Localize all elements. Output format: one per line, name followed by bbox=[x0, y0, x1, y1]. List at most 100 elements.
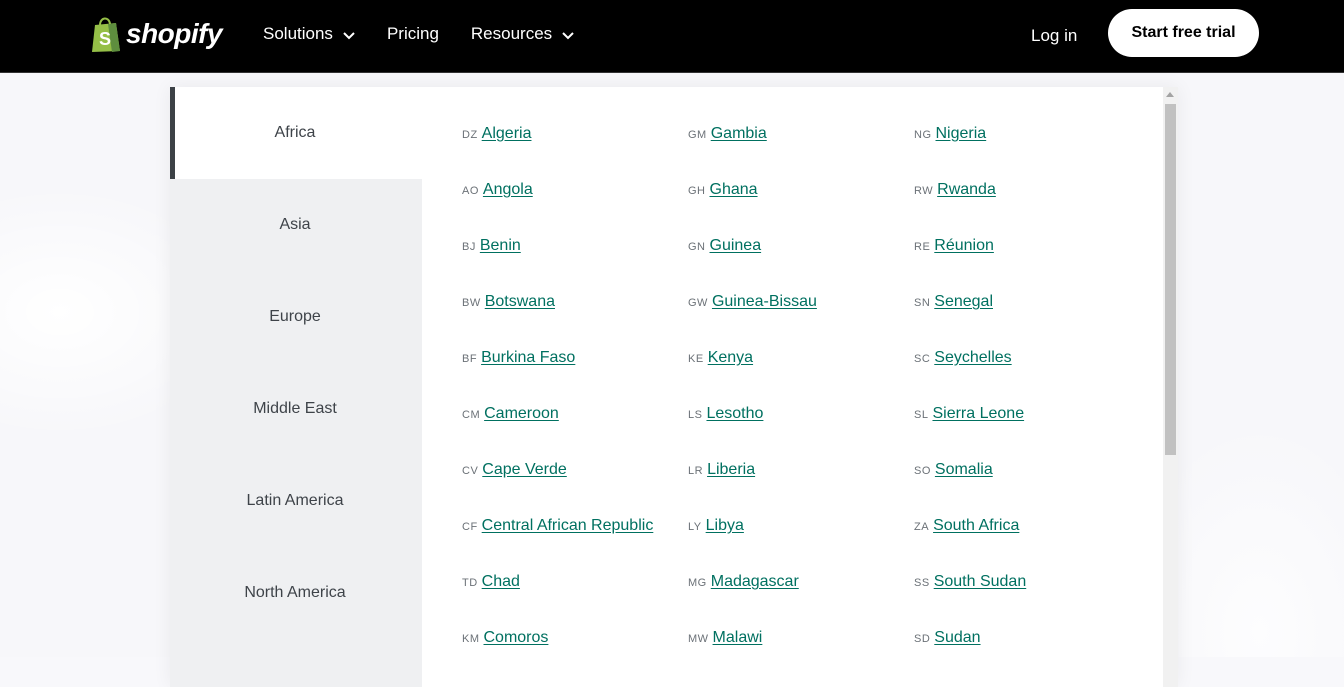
country-link[interactable]: South Africa bbox=[933, 517, 1019, 535]
country-item: RE Réunion bbox=[914, 237, 1140, 293]
country-item: SL Sierra Leone bbox=[914, 405, 1140, 461]
country-code: SD bbox=[914, 633, 931, 645]
country-code: CM bbox=[462, 409, 481, 421]
nav-solutions[interactable]: Solutions bbox=[263, 24, 355, 44]
country-link[interactable]: Chad bbox=[482, 573, 520, 591]
chevron-down-icon bbox=[562, 31, 574, 39]
country-link[interactable]: Madagascar bbox=[711, 573, 799, 591]
country-link[interactable]: Somalia bbox=[935, 461, 993, 479]
svg-text:S: S bbox=[99, 29, 111, 49]
country-code: CV bbox=[462, 465, 479, 477]
country-item: RW Rwanda bbox=[914, 181, 1140, 237]
country-link[interactable]: Nigeria bbox=[936, 125, 987, 143]
region-tab-label: Latin America bbox=[246, 492, 344, 509]
country-link[interactable]: Guinea-Bissau bbox=[712, 293, 817, 311]
country-item: GM Gambia bbox=[688, 125, 914, 181]
country-link[interactable]: Senegal bbox=[934, 293, 993, 311]
country-item: SS South Sudan bbox=[914, 573, 1140, 629]
country-link[interactable]: Cameroon bbox=[484, 405, 559, 423]
country-link[interactable]: Algeria bbox=[482, 125, 532, 143]
country-link[interactable]: Central African Republic bbox=[482, 517, 654, 535]
country-code: SO bbox=[914, 465, 931, 477]
country-item: ZA South Africa bbox=[914, 517, 1140, 573]
country-code: KE bbox=[688, 353, 704, 365]
region-tab-label: Asia bbox=[279, 216, 311, 233]
country-code: SN bbox=[914, 297, 931, 309]
country-item: SD Sudan bbox=[914, 629, 1140, 685]
chevron-down-icon bbox=[343, 31, 355, 39]
country-link[interactable]: Rwanda bbox=[937, 181, 996, 199]
country-item: KE Kenya bbox=[688, 349, 914, 405]
country-code: MW bbox=[688, 633, 709, 645]
top-navigation-bar: S shopify Solutions Pricing Resources Lo… bbox=[0, 0, 1344, 73]
country-item: NG Nigeria bbox=[914, 125, 1140, 181]
country-link[interactable]: Sudan bbox=[934, 629, 980, 647]
country-link[interactable]: Sierra Leone bbox=[932, 405, 1024, 423]
region-tab-africa[interactable]: Africa bbox=[170, 87, 422, 179]
country-link[interactable]: Guinea bbox=[710, 237, 762, 255]
country-link[interactable]: Comoros bbox=[484, 629, 549, 647]
start-free-trial-button[interactable]: Start free trial bbox=[1108, 9, 1259, 57]
country-code: MG bbox=[688, 577, 707, 589]
scroll-up-arrow-icon[interactable] bbox=[1166, 92, 1174, 97]
country-link[interactable]: Réunion bbox=[934, 237, 994, 255]
country-item: LY Libya bbox=[688, 517, 914, 573]
country-item: LR Liberia bbox=[688, 461, 914, 517]
country-link[interactable]: Ghana bbox=[710, 181, 758, 199]
scrollbar[interactable] bbox=[1163, 87, 1178, 687]
nav-resources[interactable]: Resources bbox=[471, 24, 574, 44]
country-link[interactable]: Benin bbox=[480, 237, 521, 255]
country-link[interactable]: Cape Verde bbox=[482, 461, 567, 479]
country-code: GH bbox=[688, 185, 706, 197]
scrollbar-thumb[interactable] bbox=[1165, 104, 1176, 455]
country-link[interactable]: Burkina Faso bbox=[481, 349, 575, 367]
country-link[interactable]: Malawi bbox=[713, 629, 763, 647]
country-item: KM Comoros bbox=[462, 629, 688, 685]
country-item: GW Guinea-Bissau bbox=[688, 293, 914, 349]
country-code: GM bbox=[688, 129, 707, 141]
nav-pricing-label: Pricing bbox=[386, 24, 439, 43]
country-item: BJ Benin bbox=[462, 237, 688, 293]
country-link[interactable]: Lesotho bbox=[706, 405, 763, 423]
country-item: CV Cape Verde bbox=[462, 461, 688, 517]
nav-pricing[interactable]: Pricing bbox=[387, 24, 439, 44]
country-link[interactable]: Angola bbox=[483, 181, 533, 199]
country-code: TD bbox=[462, 577, 478, 589]
country-link[interactable]: Kenya bbox=[708, 349, 753, 367]
region-tab-north-america[interactable]: North America bbox=[170, 547, 422, 639]
country-item: BW Botswana bbox=[462, 293, 688, 349]
country-item: SN Senegal bbox=[914, 293, 1140, 349]
country-link[interactable]: Liberia bbox=[707, 461, 755, 479]
region-tab-europe[interactable]: Europe bbox=[170, 271, 422, 363]
country-link[interactable]: Gambia bbox=[711, 125, 767, 143]
country-item: TD Chad bbox=[462, 573, 688, 629]
country-selector-panel: Africa Asia Europe Middle East Latin America… bbox=[170, 87, 1178, 687]
region-tab-middle-east[interactable]: Middle East bbox=[170, 363, 422, 455]
country-code: BW bbox=[462, 297, 481, 309]
country-item: MG Madagascar bbox=[688, 573, 914, 629]
country-code: LS bbox=[688, 409, 703, 421]
country-code: SS bbox=[914, 577, 930, 589]
shopify-logo[interactable]: S shopify bbox=[90, 15, 223, 53]
country-link[interactable]: South Sudan bbox=[934, 573, 1027, 591]
country-code: AO bbox=[462, 185, 479, 197]
country-item: GN Guinea bbox=[688, 237, 914, 293]
region-tabs: Africa Asia Europe Middle East Latin America… bbox=[170, 87, 422, 687]
region-tab-label: Middle East bbox=[253, 400, 337, 417]
country-code: DZ bbox=[462, 129, 478, 141]
login-link[interactable]: Log in bbox=[1031, 26, 1077, 46]
country-item: DZ Algeria bbox=[462, 125, 688, 181]
nav-resources-label: Resources bbox=[470, 24, 553, 43]
country-link[interactable]: Botswana bbox=[485, 293, 555, 311]
region-tab-asia[interactable]: Asia bbox=[170, 179, 422, 271]
country-code: ZA bbox=[914, 521, 930, 533]
region-tab-latin-america[interactable]: Latin America bbox=[170, 455, 422, 547]
country-item: MW Malawi bbox=[688, 629, 914, 685]
country-item: AO Angola bbox=[462, 181, 688, 237]
country-code: SC bbox=[914, 353, 931, 365]
country-item: BF Burkina Faso bbox=[462, 349, 688, 405]
country-link[interactable]: Libya bbox=[706, 517, 744, 535]
country-link[interactable]: Seychelles bbox=[934, 349, 1011, 367]
logo-wordmark: shopify bbox=[126, 18, 223, 49]
country-item: CF Central African Republic bbox=[462, 517, 688, 573]
